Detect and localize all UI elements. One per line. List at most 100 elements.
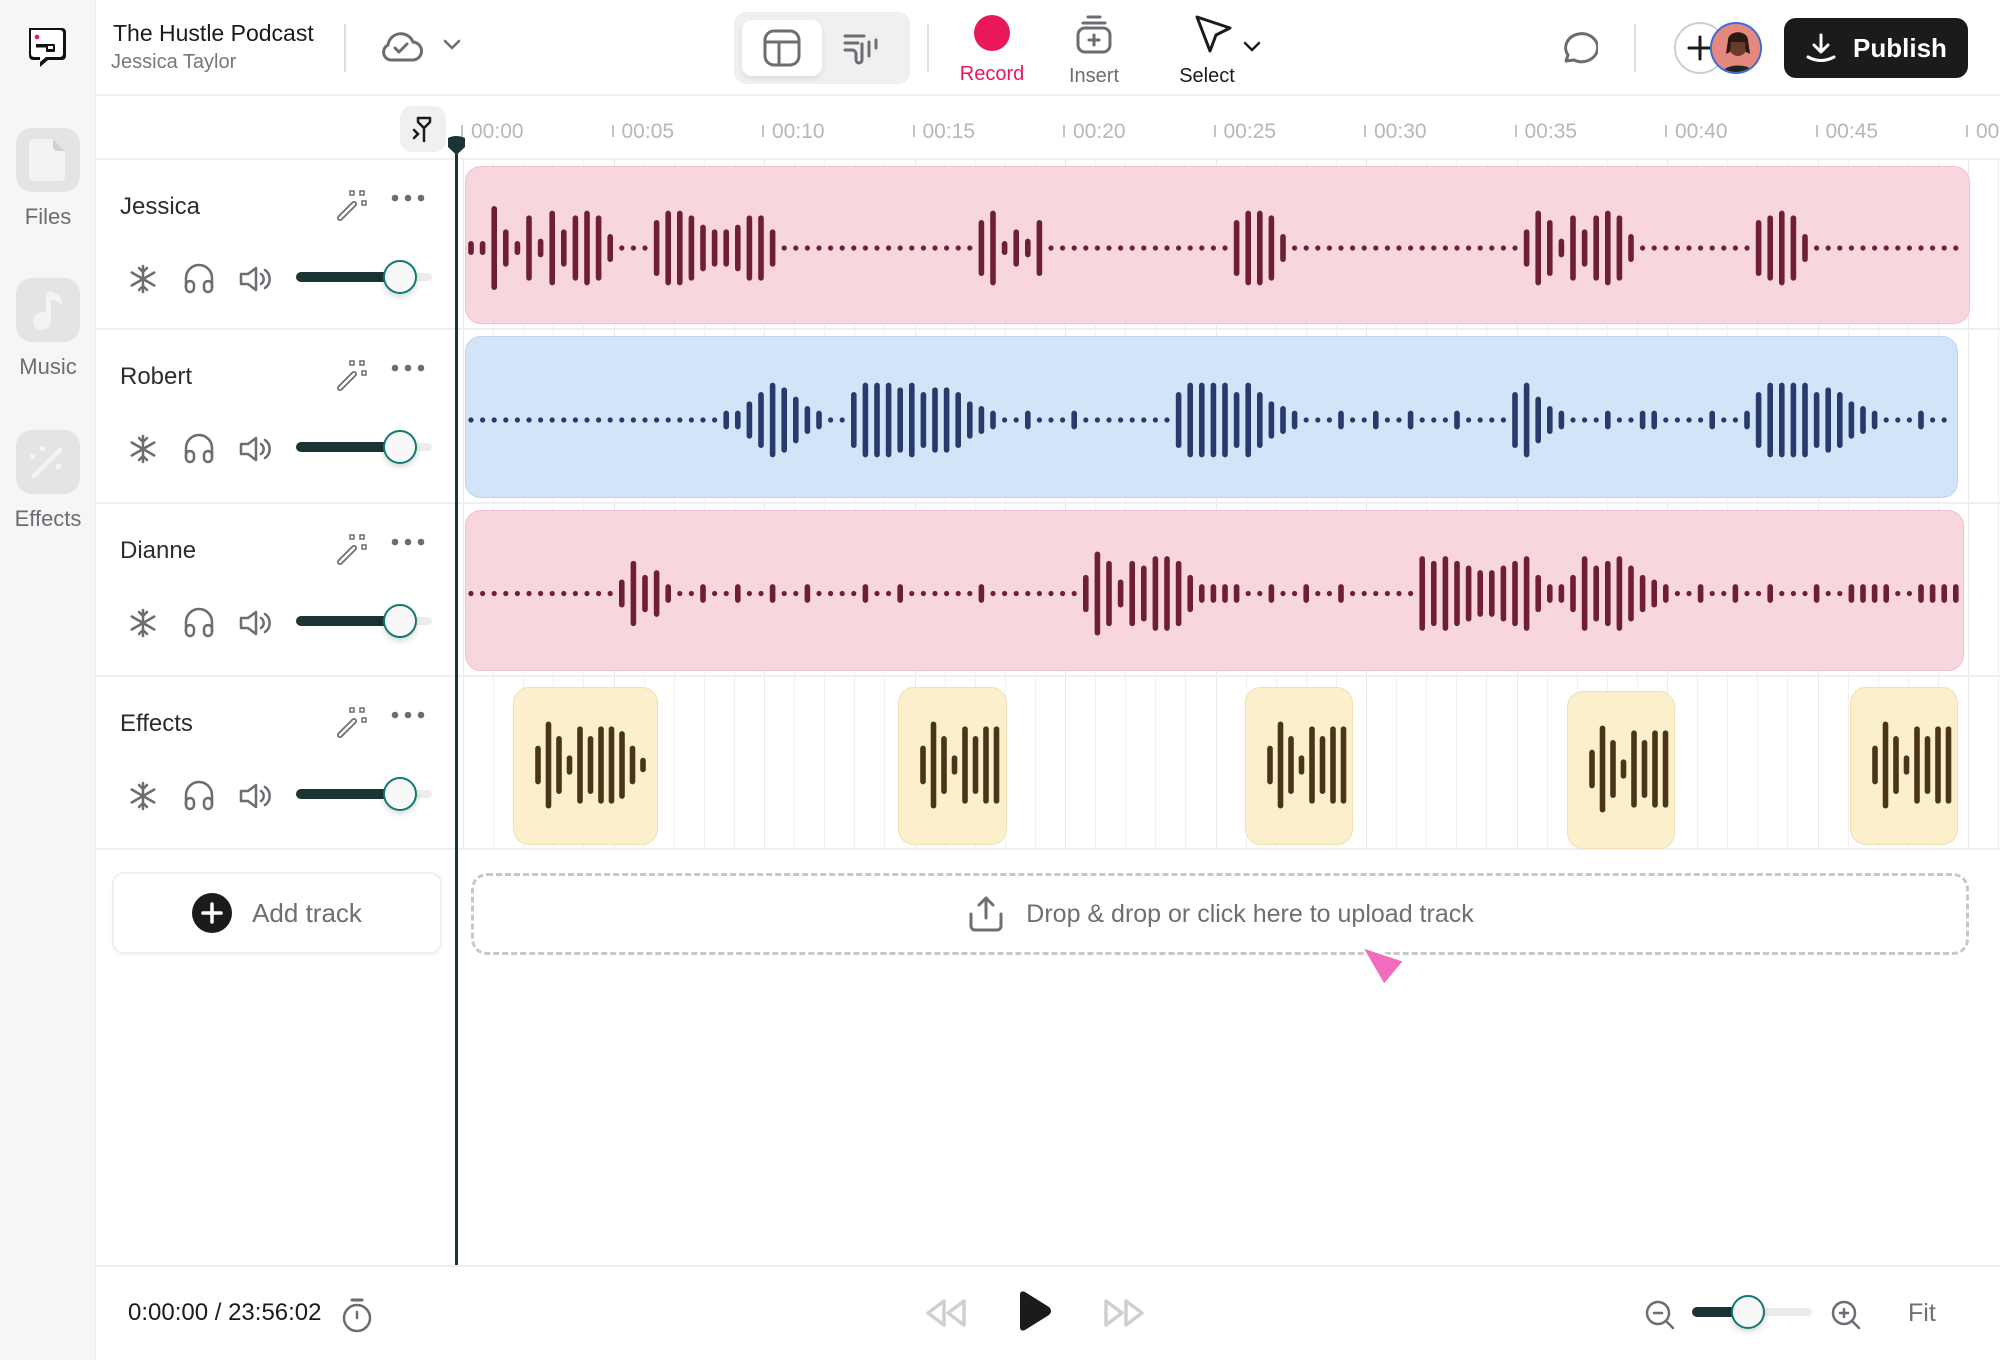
freeze-track-button[interactable] [128, 781, 158, 816]
user-avatar[interactable] [1710, 22, 1762, 74]
volume-knob[interactable] [382, 777, 417, 811]
volume-knob[interactable] [382, 430, 417, 464]
publish-button[interactable]: Publish [1784, 18, 1968, 78]
waveform-silence-dot [1315, 417, 1321, 423]
waveform-silence-dot [561, 417, 567, 423]
track-name[interactable]: Jessica [120, 193, 200, 221]
solo-track-button[interactable] [182, 779, 216, 816]
snap-marker-button[interactable] [400, 106, 446, 152]
waveform-bar [1848, 584, 1855, 603]
waveform-bar [677, 210, 683, 286]
track-effects-button[interactable] [334, 188, 370, 229]
cloud-menu-chevron[interactable] [442, 38, 462, 57]
waveform-silence-dot [874, 245, 880, 251]
audio-clip[interactable] [465, 336, 1958, 498]
volume-knob[interactable] [382, 260, 417, 294]
mute-track-button[interactable] [238, 608, 272, 643]
waveform-silence-dot [1477, 417, 1483, 423]
waveform-bar [1210, 584, 1217, 603]
waveform-silence-dot [1315, 590, 1321, 597]
playhead-line[interactable] [455, 138, 458, 1265]
mute-track-button[interactable] [238, 264, 272, 299]
track-more-button[interactable] [390, 707, 426, 725]
app-logo[interactable] [24, 24, 70, 70]
waveform-bar [1407, 410, 1414, 430]
solo-track-button[interactable] [182, 432, 216, 469]
track-effects-button[interactable] [334, 532, 370, 573]
effect-clip[interactable] [1849, 687, 1958, 845]
waveform-silence-dot [538, 590, 544, 597]
waveform-bar [1280, 406, 1286, 434]
track-more-button[interactable] [390, 360, 426, 378]
effect-clip[interactable] [1244, 687, 1353, 845]
waveform-bar [1825, 387, 1831, 453]
waveform-silence-dot [688, 417, 694, 423]
timer-button[interactable] [340, 1297, 374, 1338]
view-transcript-button[interactable] [822, 20, 902, 76]
play-button[interactable] [1014, 1289, 1054, 1338]
audio-clip[interactable] [465, 166, 1970, 324]
project-title[interactable]: The Hustle Podcast [113, 20, 314, 47]
track-name[interactable]: Dianne [120, 537, 196, 565]
add-track-button[interactable]: Add track [112, 872, 442, 954]
track-more-button[interactable] [390, 534, 426, 552]
waveform-bar [1523, 229, 1530, 267]
waveform-bar [897, 584, 903, 603]
freeze-track-button[interactable] [128, 608, 158, 643]
waveform-silence-dot [1779, 590, 1785, 597]
waveform-silence-dot [1930, 417, 1936, 423]
waveform-silence-dot [1744, 245, 1750, 251]
track-volume-slider[interactable] [296, 430, 432, 464]
rail-item-music[interactable]: Music [0, 278, 96, 380]
waveform-silence-dot [1129, 417, 1135, 423]
rewind-button[interactable] [922, 1295, 970, 1336]
zoom-slider-knob[interactable] [1730, 1295, 1765, 1329]
add-track-label: Add track [252, 897, 362, 928]
track-more-button[interactable] [390, 190, 426, 208]
comments-button[interactable] [1558, 28, 1600, 73]
insert-button[interactable]: Insert [1060, 14, 1128, 88]
freeze-track-button[interactable] [128, 264, 158, 299]
record-icon [974, 15, 1010, 51]
effect-clip[interactable] [898, 687, 1007, 845]
rail-item-effects[interactable]: Effects [0, 430, 96, 532]
zoom-in-button[interactable] [1830, 1299, 1862, 1336]
waveform-silence-dot [1895, 245, 1901, 251]
view-multitrack-button[interactable] [742, 20, 822, 76]
solo-track-button[interactable] [182, 262, 216, 299]
timeline-area[interactable]: Drop & drop or click here to upload trac… [457, 160, 2000, 1265]
upload-drop-zone[interactable]: Drop & drop or click here to upload trac… [471, 873, 1969, 955]
cloud-sync-button[interactable] [378, 28, 424, 69]
track-effects-button[interactable] [334, 358, 370, 399]
track-name[interactable]: Robert [120, 363, 192, 391]
track-effects-button[interactable] [334, 705, 370, 746]
timeline-ruler[interactable]: 00:00 00:05 00:10 00:15 00:20 00:25 00:30 00:35… [96, 96, 2000, 160]
rail-item-files[interactable]: Files [0, 128, 96, 230]
waveform-silence-dot [1083, 245, 1089, 251]
record-button[interactable]: Record [956, 14, 1028, 86]
waveform-silence-dot [1431, 245, 1437, 251]
zoom-slider[interactable] [1692, 1295, 1812, 1329]
volume-knob[interactable] [382, 604, 417, 638]
track-name[interactable]: Effects [120, 710, 193, 738]
zoom-out-button[interactable] [1644, 1299, 1676, 1336]
waveform-bar [735, 410, 741, 430]
mute-track-button[interactable] [238, 781, 272, 816]
waveform-bar [1222, 382, 1228, 458]
effect-clip[interactable] [513, 687, 658, 845]
zoom-fit-button[interactable]: Fit [1908, 1299, 1936, 1328]
freeze-track-button[interactable] [128, 434, 158, 469]
fast-forward-button[interactable] [1100, 1295, 1148, 1336]
waveform-bar [587, 736, 594, 794]
track-volume-slider[interactable] [296, 260, 432, 294]
waveform-bar [1268, 584, 1275, 603]
track-volume-slider[interactable] [296, 604, 432, 638]
mute-track-button[interactable] [238, 434, 272, 469]
track-volume-slider[interactable] [296, 777, 432, 811]
select-menu-chevron[interactable] [1242, 40, 1262, 59]
playhead-handle[interactable] [446, 136, 467, 156]
effect-clip[interactable] [1566, 691, 1676, 849]
waveform-bar [479, 241, 486, 255]
audio-clip[interactable] [465, 510, 1964, 671]
solo-track-button[interactable] [182, 606, 216, 643]
